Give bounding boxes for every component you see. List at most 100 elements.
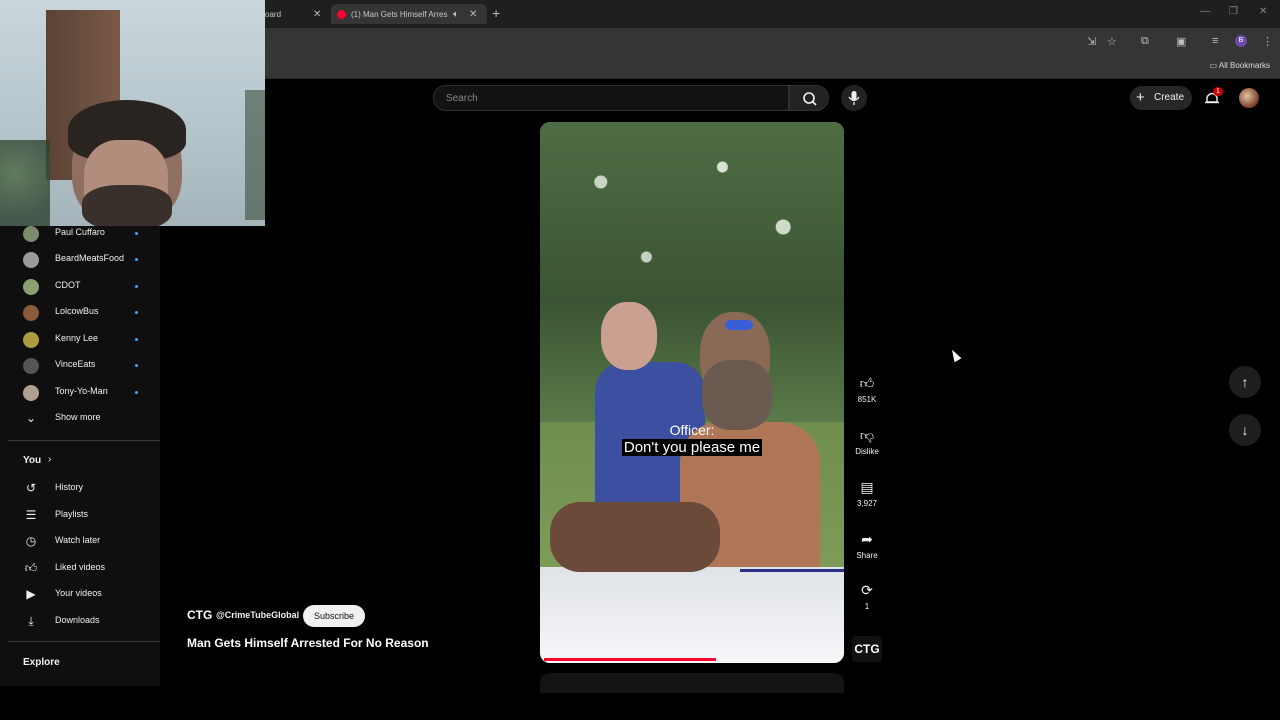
sidebar-item-subscription[interactable]: CDOT (0, 274, 160, 300)
new-content-dot (135, 364, 138, 367)
share-label: Share (856, 551, 878, 560)
remix-button[interactable]: ⟳ 1 (852, 579, 882, 611)
subscription-label: CDOT (55, 280, 81, 290)
next-short-button[interactable]: ↓ (1229, 414, 1261, 446)
share-icon: ➦ (861, 531, 873, 547)
search-input[interactable]: Search (433, 85, 789, 111)
sidebar-item-label: Liked videos (55, 562, 106, 572)
shorts-video-player[interactable]: Officer: Don't you please me (540, 122, 844, 663)
share-button[interactable]: ➦ Share (852, 528, 882, 560)
caption-line: Don't you please me (540, 439, 844, 457)
clock-icon: ◷ (25, 534, 37, 548)
history-icon: ↺ (25, 481, 37, 495)
minimize-icon[interactable]: — (1200, 6, 1210, 17)
sidebar-item-history[interactable]: ↺ History (0, 476, 160, 502)
voice-search-button[interactable] (841, 85, 867, 111)
sidebar-item-your-videos[interactable]: ▶ Your videos (0, 582, 160, 608)
tab-title: (1) Man Gets Himself Arres (351, 9, 448, 19)
browser-tab-active[interactable]: (1) Man Gets Himself Arres 🔈︎ ✕ (331, 4, 487, 24)
arrow-down-icon: ↓ (1241, 422, 1249, 438)
close-window-icon[interactable]: ✕ (1259, 6, 1267, 17)
sidebar-item-watch-later[interactable]: ◷ Watch later (0, 529, 160, 555)
chevron-right-icon: › (48, 454, 52, 465)
subscribe-button[interactable]: Subscribe (303, 605, 365, 627)
dislike-button[interactable]: 👎︎ Dislike (852, 424, 882, 456)
dislike-label: Dislike (855, 447, 879, 456)
play-box-icon: ▶ (26, 587, 36, 601)
new-tab-icon[interactable]: + (492, 5, 500, 21)
profile-avatar[interactable]: B (1235, 35, 1247, 47)
channel-avatar (23, 332, 39, 348)
new-content-dot (135, 232, 138, 235)
new-content-dot (135, 258, 138, 261)
new-content-dot (135, 391, 138, 394)
channel-handle[interactable]: @CrimeTubeGlobal (216, 610, 299, 620)
webcam-beard (82, 185, 172, 226)
browser-tab[interactable]: oard ✕ (265, 4, 330, 24)
create-label: Create (1154, 92, 1185, 103)
user-avatar[interactable] (1239, 88, 1259, 108)
chevron-down-icon: ⌄ (25, 411, 37, 425)
media-icon[interactable]: ≡ (1212, 35, 1218, 47)
sidebar-divider (8, 641, 160, 642)
new-content-dot (135, 285, 138, 288)
sidebar-item-subscription[interactable]: Paul Cuffaro (0, 221, 160, 247)
search-button[interactable] (789, 85, 829, 111)
subscription-label: BeardMeatsFood (55, 253, 125, 263)
sidebar-item-subscription[interactable]: VinceEats (0, 353, 160, 379)
comment-count: 3,927 (856, 499, 878, 508)
next-short-preview[interactable] (540, 673, 844, 693)
install-icon[interactable]: ⇲ (1087, 35, 1096, 48)
extensions-icon[interactable]: ⧉ (1141, 35, 1149, 48)
channel-avatar (23, 226, 39, 242)
close-icon[interactable]: ✕ (469, 9, 477, 20)
all-bookmarks[interactable]: ▭ All Bookmarks (1210, 61, 1270, 70)
download-icon: ⤓ (28, 614, 34, 628)
search-icon (803, 92, 817, 106)
microphone-icon (848, 91, 860, 105)
you-label: You (23, 455, 42, 466)
webcam-plant (245, 90, 265, 220)
sidebar-item-subscription[interactable]: BeardMeatsFood (0, 247, 160, 273)
like-count: 851K (857, 395, 877, 404)
comments-button[interactable]: ▤ 3,927 (852, 476, 882, 508)
sidebar-you-header[interactable]: You › (0, 449, 160, 475)
sidebar-item-downloads[interactable]: ⤓ Downloads (0, 609, 160, 635)
sidebar-item-subscription[interactable]: Tony-Yo-Man (0, 380, 160, 406)
suspect-sunglasses (725, 320, 753, 330)
sidebar-item-liked-videos[interactable]: 👍︎ Liked videos (0, 556, 160, 582)
subscription-label: VinceEats (55, 359, 96, 369)
video-shirt (550, 502, 720, 572)
show-more-label: Show more (55, 412, 101, 422)
close-icon[interactable]: ✕ (313, 9, 321, 20)
sidebar-item-label: Playlists (55, 509, 89, 519)
sidebar-item-playlists[interactable]: ☰ Playlists (0, 503, 160, 529)
sidepanel-icon[interactable]: ▣ (1176, 35, 1186, 48)
sidebar-show-more[interactable]: ⌄ Show more (0, 406, 160, 432)
speaker-icon[interactable]: 🔈︎ (453, 9, 459, 20)
subscription-label: LolcowBus (55, 306, 99, 316)
channel-avatar (23, 385, 39, 401)
comment-icon: ▤ (860, 479, 874, 495)
youtube-icon (337, 9, 346, 19)
previous-short-button[interactable]: ↑ (1229, 366, 1261, 398)
all-bookmarks-label: All Bookmarks (1218, 61, 1270, 70)
channel-logo[interactable]: CTG (187, 608, 212, 622)
restore-icon[interactable]: ❐ (1229, 6, 1238, 17)
channel-avatar (23, 358, 39, 374)
sidebar-item-subscription[interactable]: Kenny Lee (0, 327, 160, 353)
channel-avatar (23, 305, 39, 321)
create-button[interactable]: + Create (1130, 86, 1192, 110)
star-icon[interactable]: ☆ (1107, 35, 1117, 48)
explore-header: Explore (23, 657, 60, 668)
sidebar-item-subscription[interactable]: LolcowBus (0, 300, 160, 326)
progress-fill (544, 658, 716, 661)
menu-icon[interactable]: ⋮ (1262, 35, 1273, 48)
sidebar-divider (8, 440, 160, 441)
plus-icon: + (1136, 89, 1145, 106)
sidebar-item-label: Your videos (55, 588, 102, 598)
like-button[interactable]: 👍︎ 851K (852, 372, 882, 404)
thumbs-up-icon: 👍︎ (24, 561, 38, 575)
webcam-overlay (0, 0, 265, 226)
channel-thumbnail[interactable]: CTG (852, 636, 882, 662)
